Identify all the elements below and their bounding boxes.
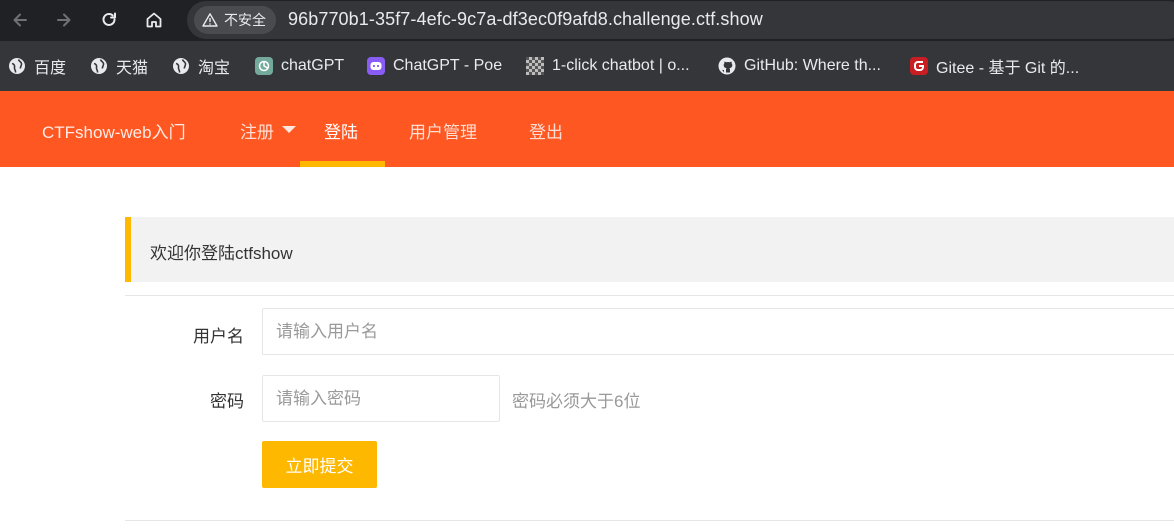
bookmark-poe[interactable]: ChatGPT - Poe [367, 54, 502, 78]
back-button[interactable] [4, 4, 36, 36]
nav-logout[interactable]: 登出 [529, 118, 563, 143]
checker-icon [526, 57, 544, 75]
welcome-banner: 欢迎你登陆ctfshow [125, 217, 1174, 282]
welcome-text: 欢迎你登陆ctfshow [150, 244, 293, 263]
security-indicator[interactable]: 不安全 [194, 6, 276, 34]
username-label: 用户名 [193, 327, 244, 346]
site-brand[interactable]: CTFshow-web入门 [42, 118, 186, 143]
caret-down-icon[interactable] [282, 126, 296, 133]
nav-register[interactable]: 注册 [240, 118, 274, 143]
github-icon [718, 57, 736, 75]
globe-icon [172, 57, 190, 75]
bookmark-chatgpt[interactable]: chatGPT [255, 54, 344, 78]
url-text[interactable]: 96b770b1-35f7-4efc-9c7a-df3ec0f9afd8.cha… [288, 9, 763, 30]
divider-bottom [125, 520, 1174, 521]
reload-icon [102, 12, 116, 26]
bookmark-label: chatGPT [281, 57, 345, 74]
poe-icon [367, 57, 385, 75]
password-hint: 密码必须大于6位 [512, 392, 641, 411]
browser-toolbar: 不安全 96b770b1-35f7-4efc-9c7a-df3ec0f9afd8… [0, 0, 1174, 41]
bookmark-label: 百度 [34, 60, 67, 77]
nav-user-management[interactable]: 用户管理 [409, 118, 477, 143]
arrow-left-icon [13, 13, 27, 27]
bookmark-label: 1-click chatbot | o... [552, 57, 690, 74]
submit-button[interactable]: 立即提交 [262, 441, 377, 488]
bookmark-label: ChatGPT - Poe [393, 57, 503, 74]
bookmark-label: 天猫 [116, 60, 149, 77]
warning-icon [202, 13, 218, 27]
security-label: 不安全 [224, 12, 266, 28]
gitee-icon [910, 57, 928, 75]
bookmarks-bar: 百度 天猫 淘宝 chatGPT ChatGPT - Poe 1-click c… [0, 41, 1174, 91]
home-button[interactable] [138, 4, 170, 36]
password-input[interactable] [262, 375, 500, 422]
bookmark-chatbot[interactable]: 1-click chatbot | o... [526, 54, 690, 78]
reload-button[interactable] [93, 4, 125, 36]
bookmark-taobao[interactable]: 淘宝 [172, 54, 230, 78]
username-input[interactable] [262, 308, 1174, 355]
site-nav: CTFshow-web入门 注册 登陆 用户管理 登出 [0, 91, 1174, 167]
home-icon [146, 12, 162, 28]
openai-icon [255, 57, 273, 75]
bookmark-github[interactable]: GitHub: Where th... [718, 54, 881, 78]
password-label: 密码 [210, 392, 244, 411]
forward-button[interactable] [48, 4, 80, 36]
bookmark-label: 淘宝 [198, 60, 231, 77]
globe-icon [90, 57, 108, 75]
bookmark-label: Gitee - 基于 Git 的... [936, 60, 1080, 77]
bookmark-baidu[interactable]: 百度 [8, 54, 66, 78]
nav-login[interactable]: 登陆 [324, 118, 358, 143]
bookmark-tmall[interactable]: 天猫 [90, 54, 148, 78]
globe-icon [8, 57, 26, 75]
active-tab-indicator [300, 161, 385, 167]
arrow-right-icon [57, 13, 71, 27]
divider-top [125, 295, 1174, 296]
bookmark-label: GitHub: Where th... [744, 57, 881, 74]
bookmark-gitee[interactable]: Gitee - 基于 Git 的... [910, 54, 1079, 78]
